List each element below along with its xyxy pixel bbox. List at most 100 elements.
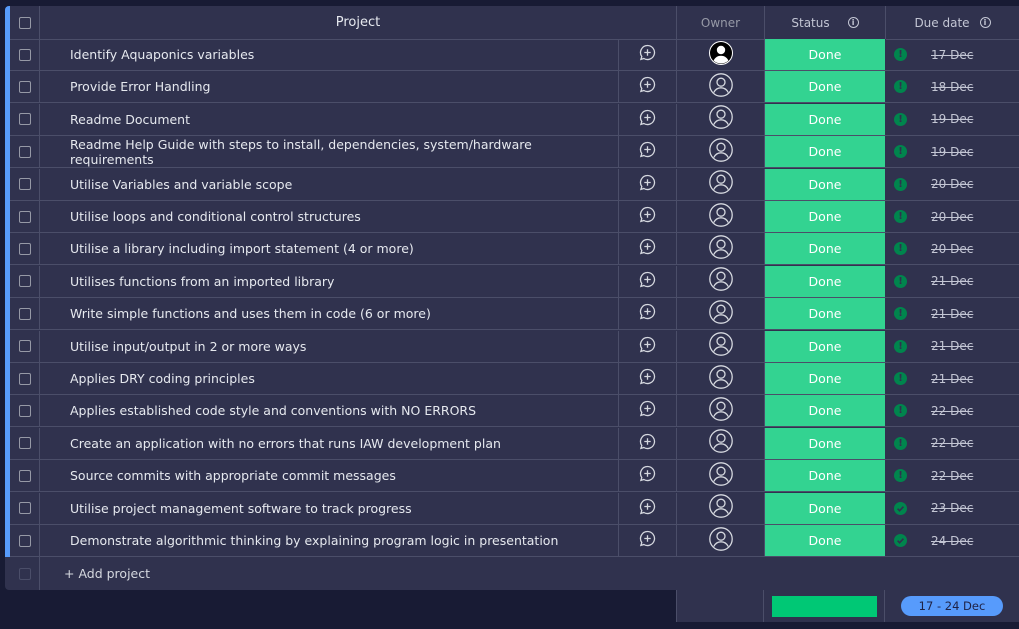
conversation-icon[interactable]: [639, 368, 656, 389]
person-outline-icon[interactable]: [708, 235, 733, 263]
updates-cell[interactable]: [619, 233, 677, 265]
person-outline-icon[interactable]: [708, 397, 733, 425]
row-checkbox[interactable]: [18, 242, 31, 255]
due-date-cell[interactable]: ! 21 Dec: [886, 298, 1019, 329]
table-row[interactable]: Utilise project management software to t…: [10, 492, 1019, 525]
updates-cell[interactable]: [619, 492, 677, 524]
due-date-cell[interactable]: 24 Dec: [886, 525, 1019, 556]
owner-cell[interactable]: [677, 330, 765, 362]
status-cell[interactable]: Done: [765, 330, 886, 362]
status-cell[interactable]: Done: [765, 201, 886, 232]
owner-cell[interactable]: [677, 525, 765, 556]
project-name-cell[interactable]: Applies established code style and conve…: [40, 395, 619, 427]
table-row[interactable]: Applies DRY coding principles Done! 21 Dec: [10, 363, 1019, 395]
row-checkbox[interactable]: [18, 340, 31, 353]
status-cell[interactable]: Done: [765, 233, 886, 265]
status-cell[interactable]: Done: [765, 298, 886, 330]
project-name-cell[interactable]: Source commits with appropriate commit m…: [40, 460, 619, 492]
conversation-icon[interactable]: [639, 44, 656, 65]
summary-status-cell[interactable]: [764, 590, 885, 622]
project-name-cell[interactable]: Utilises functions from an imported libr…: [40, 265, 619, 297]
project-name-cell[interactable]: Utilise input/output in 2 or more ways: [40, 330, 619, 362]
table-row[interactable]: Applies established code style and conve…: [10, 395, 1019, 428]
due-date-cell[interactable]: 23 Dec: [886, 493, 1019, 524]
updates-cell[interactable]: [619, 201, 677, 232]
updates-cell[interactable]: [619, 103, 677, 135]
person-outline-icon[interactable]: [708, 137, 733, 166]
project-name-cell[interactable]: Utilise project management software to t…: [40, 492, 619, 524]
due-date-cell[interactable]: ! 20 Dec: [886, 201, 1019, 232]
person-outline-icon[interactable]: [708, 364, 733, 393]
table-row[interactable]: Utilises functions from an imported libr…: [10, 265, 1019, 298]
owner-cell[interactable]: [677, 363, 765, 394]
updates-cell[interactable]: [619, 168, 677, 200]
updates-cell[interactable]: [619, 136, 677, 168]
conversation-icon[interactable]: [639, 238, 656, 259]
due-date-column-header[interactable]: Due date i: [886, 6, 1019, 39]
due-date-cell[interactable]: ! 21 Dec: [886, 266, 1019, 297]
row-checkbox[interactable]: [18, 145, 31, 158]
person-outline-icon[interactable]: [708, 170, 733, 198]
conversation-icon[interactable]: [639, 271, 656, 292]
due-date-cell[interactable]: ! 21 Dec: [886, 331, 1019, 362]
select-all-checkbox[interactable]: [18, 16, 31, 29]
conversation-icon[interactable]: [639, 76, 656, 97]
updates-cell[interactable]: [619, 460, 677, 492]
person-outline-icon[interactable]: [708, 461, 733, 490]
status-cell[interactable]: Done: [765, 136, 886, 168]
due-date-cell[interactable]: ! 19 Dec: [886, 104, 1019, 135]
project-column-header[interactable]: Project: [40, 6, 677, 39]
avatar-filled-icon[interactable]: [708, 40, 733, 69]
conversation-icon[interactable]: [639, 530, 656, 551]
owner-cell[interactable]: [677, 427, 765, 459]
table-row[interactable]: Utilise Variables and variable scope Done…: [10, 168, 1019, 201]
person-outline-icon[interactable]: [708, 332, 733, 360]
owner-cell[interactable]: [677, 168, 765, 200]
due-date-cell[interactable]: ! 22 Dec: [886, 395, 1019, 426]
row-checkbox[interactable]: [18, 113, 31, 126]
status-cell[interactable]: Done: [765, 525, 886, 556]
project-name-cell[interactable]: Readme Help Guide with steps to install,…: [40, 136, 619, 168]
owner-cell[interactable]: [677, 395, 765, 427]
row-checkbox[interactable]: [18, 372, 31, 385]
due-date-cell[interactable]: ! 18 Dec: [886, 71, 1019, 102]
conversation-icon[interactable]: [639, 336, 656, 357]
table-row[interactable]: Utilise loops and conditional control st…: [10, 201, 1019, 233]
conversation-icon[interactable]: [639, 400, 656, 421]
person-outline-icon[interactable]: [708, 202, 733, 231]
owner-cell[interactable]: [677, 103, 765, 135]
updates-cell[interactable]: [619, 298, 677, 330]
conversation-icon[interactable]: [639, 206, 656, 227]
person-outline-icon[interactable]: [708, 526, 733, 555]
table-row[interactable]: Create an application with no errors tha…: [10, 427, 1019, 460]
person-outline-icon[interactable]: [708, 494, 733, 522]
conversation-icon[interactable]: [639, 141, 656, 162]
updates-cell[interactable]: [619, 363, 677, 394]
updates-cell[interactable]: [619, 427, 677, 459]
status-cell[interactable]: Done: [765, 460, 886, 492]
person-outline-icon[interactable]: [708, 299, 733, 328]
owner-cell[interactable]: [677, 136, 765, 168]
row-checkbox[interactable]: [18, 534, 31, 547]
table-row[interactable]: Utilise a library including import state…: [10, 233, 1019, 266]
row-checkbox[interactable]: [18, 307, 31, 320]
due-date-info-icon[interactable]: i: [979, 17, 991, 28]
row-checkbox[interactable]: [18, 80, 31, 93]
row-checkbox[interactable]: [18, 437, 31, 450]
conversation-icon[interactable]: [639, 498, 656, 519]
due-date-cell[interactable]: ! 21 Dec: [886, 363, 1019, 394]
table-row[interactable]: Identify Aquaponics variables Done! 17 Dec: [10, 39, 1019, 71]
project-name-cell[interactable]: Demonstrate algorithmic thinking by expl…: [40, 525, 619, 556]
owner-cell[interactable]: [677, 298, 765, 330]
row-checkbox[interactable]: [18, 178, 31, 191]
project-name-cell[interactable]: Utilise loops and conditional control st…: [40, 201, 619, 232]
person-outline-icon[interactable]: [708, 105, 733, 133]
conversation-icon[interactable]: [639, 433, 656, 454]
status-cell[interactable]: Done: [765, 492, 886, 524]
status-cell[interactable]: Done: [765, 168, 886, 200]
row-checkbox[interactable]: [18, 404, 31, 417]
owner-cell[interactable]: [677, 492, 765, 524]
table-row[interactable]: Readme Document Done! 19 Dec: [10, 103, 1019, 136]
row-checkbox[interactable]: [18, 48, 31, 61]
project-name-cell[interactable]: Provide Error Handling: [40, 71, 619, 103]
